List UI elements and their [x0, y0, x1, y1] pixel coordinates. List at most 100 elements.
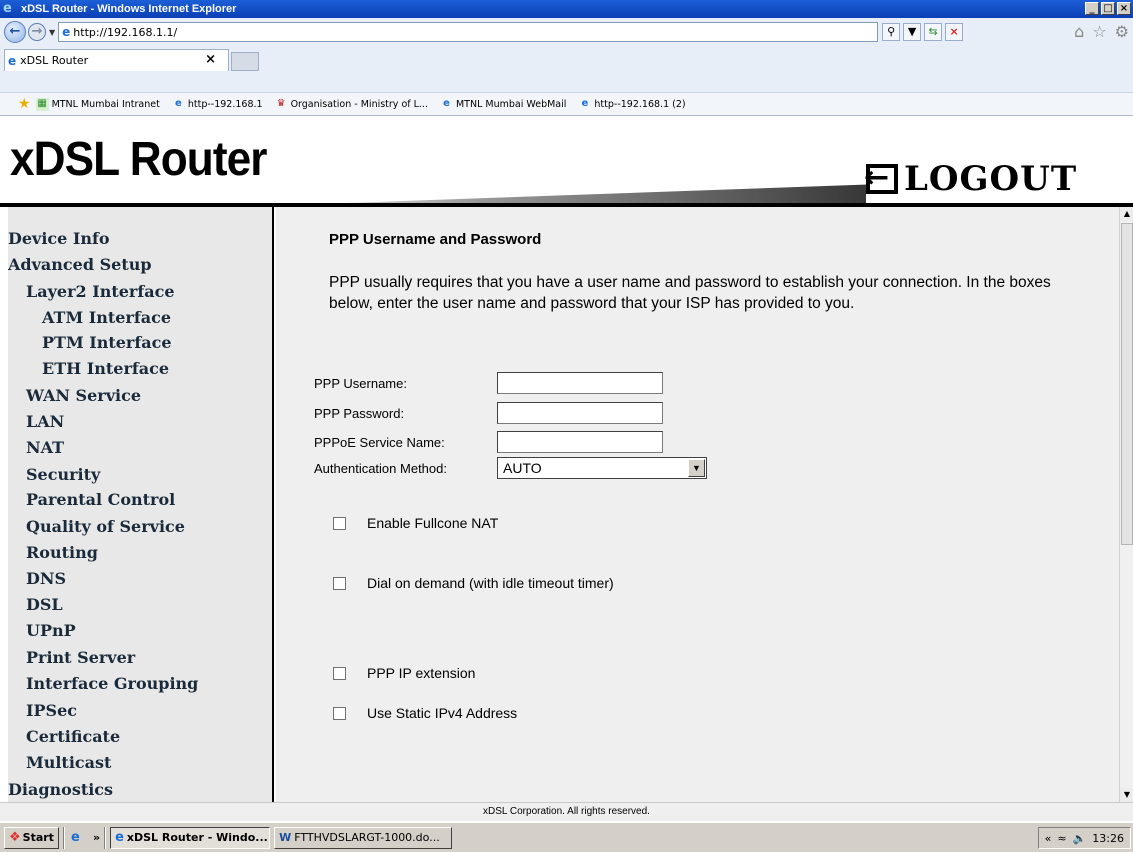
- forward-button[interactable]: →: [28, 23, 46, 41]
- sidebar-item-certificate[interactable]: Certificate: [26, 727, 120, 746]
- sidebar-item-multicast[interactable]: Multicast: [26, 753, 111, 772]
- logout-icon: [864, 158, 898, 198]
- page-title: PPP Username and Password: [329, 231, 542, 248]
- window-title-bar: e xDSL Router - Windows Internet Explore…: [0, 0, 1133, 18]
- ppp-username-input[interactable]: [497, 372, 663, 394]
- close-tab-icon[interactable]: ×: [205, 52, 216, 67]
- ppp-username-label: PPP Username:: [314, 376, 407, 391]
- sidebar-menu: Device Info Advanced Setup Layer2 Interf…: [8, 207, 274, 802]
- favorites-bar: ★ ▦ MTNL Mumbai Intranet e http--192.168.1…: [0, 92, 1133, 116]
- pppoe-service-name-input[interactable]: [497, 431, 663, 453]
- ie-page-icon: e: [443, 97, 450, 109]
- sidebar-item-eth-interface[interactable]: ETH Interface: [42, 359, 169, 378]
- sidebar-item-parental-control[interactable]: Parental Control: [26, 490, 175, 509]
- ie-logo-icon: e: [3, 1, 12, 16]
- address-bar[interactable]: e http://192.168.1.1/: [58, 22, 879, 42]
- sidebar-item-upnp[interactable]: UPnP: [26, 621, 76, 640]
- sidebar-item-wan-service[interactable]: WAN Service: [26, 386, 141, 405]
- auth-method-value: AUTO: [503, 460, 542, 476]
- taskbar-button-word[interactable]: W FTTHVDSLARGT-1000.do...: [274, 826, 453, 849]
- sidebar-item-interface-grouping[interactable]: Interface Grouping: [26, 674, 198, 693]
- close-window-button[interactable]: ×: [1117, 2, 1131, 15]
- address-dropdown-icon[interactable]: ▼: [903, 23, 922, 41]
- favorites-star-icon[interactable]: ☆: [1092, 22, 1106, 41]
- sidebar-item-routing[interactable]: Routing: [26, 543, 98, 562]
- sidebar-item-ipsec[interactable]: IPSec: [26, 701, 77, 720]
- ppp-ip-extension-checkbox[interactable]: [333, 666, 346, 680]
- sidebar-item-ptm-interface[interactable]: PTM Interface: [42, 333, 172, 352]
- fullcone-nat-checkbox[interactable]: [333, 516, 346, 530]
- auth-method-select[interactable]: AUTO ▼: [497, 457, 707, 479]
- home-icon[interactable]: ⌂: [1074, 22, 1084, 41]
- gear-icon[interactable]: ⚙: [1115, 22, 1129, 41]
- sidebar-item-device-info[interactable]: Device Info: [8, 229, 110, 248]
- favorites-star-icon[interactable]: ★: [18, 96, 31, 112]
- scroll-thumb[interactable]: [1121, 223, 1133, 545]
- mtnl-site-icon: ▦: [35, 97, 49, 111]
- sidebar-item-lan[interactable]: LAN: [26, 412, 64, 431]
- ie-quicklaunch-icon[interactable]: e: [71, 830, 89, 845]
- back-button[interactable]: ←: [4, 21, 26, 43]
- sidebar-item-print-server[interactable]: Print Server: [26, 648, 135, 667]
- start-button[interactable]: ❖ Start: [4, 826, 59, 849]
- sidebar-item-security[interactable]: Security: [26, 465, 100, 484]
- taskbar-button-ie[interactable]: e xDSL Router - Windo...: [110, 826, 271, 849]
- compatibility-icon[interactable]: ⇆: [924, 23, 943, 41]
- ppp-password-input[interactable]: [497, 402, 663, 424]
- sidebar-item-atm-interface[interactable]: ATM Interface: [42, 308, 171, 327]
- sidebar-item-quality-of-service[interactable]: Quality of Service: [26, 517, 185, 536]
- auth-method-label: Authentication Method:: [314, 461, 447, 476]
- chevron-down-icon[interactable]: ▼: [688, 459, 705, 477]
- ie-page-icon: e: [581, 97, 589, 109]
- dial-on-demand-checkbox[interactable]: [333, 576, 346, 590]
- favorite-link[interactable]: e http--192.168.1 (2): [578, 97, 686, 111]
- brand-title: xDSL Router: [10, 133, 267, 186]
- static-ipv4-checkbox[interactable]: [333, 706, 346, 720]
- sidebar-item-nat[interactable]: NAT: [26, 438, 64, 457]
- volume-icon[interactable]: 🔈: [1073, 832, 1087, 845]
- taskbar-separator: [104, 826, 107, 849]
- static-ipv4-row: Use Static IPv4 Address: [333, 705, 517, 721]
- scroll-down-icon[interactable]: ▼: [1120, 788, 1133, 802]
- history-dropdown-icon[interactable]: ▼: [49, 28, 55, 37]
- sidebar-item-diagnostics[interactable]: Diagnostics: [8, 780, 113, 799]
- address-url[interactable]: http://192.168.1.1/: [73, 26, 177, 39]
- window-controls: _ □ ×: [1085, 2, 1131, 15]
- word-doc-icon: W: [279, 831, 292, 844]
- tab-xdsl-router[interactable]: e xDSL Router ×: [4, 49, 229, 71]
- minimize-button[interactable]: _: [1085, 2, 1099, 15]
- system-tray: « ≈ 🔈 13:26: [1037, 827, 1131, 849]
- ppp-password-label: PPP Password:: [314, 406, 405, 421]
- favorite-link[interactable]: ▦ MTNL Mumbai Intranet: [35, 97, 160, 111]
- search-icon[interactable]: ⚲: [882, 23, 901, 41]
- address-toolbar: ← → ▼ e http://192.168.1.1/ ⚲ ▼ ⇆ × ⌂ ☆ …: [0, 18, 1133, 46]
- logout-label: LOGOUT: [904, 159, 1078, 199]
- tab-strip: e xDSL Router ×: [0, 46, 1133, 92]
- sidebar-item-dsl[interactable]: DSL: [26, 595, 63, 614]
- sidebar-item-layer2-interface[interactable]: Layer2 Interface: [26, 282, 175, 301]
- sidebar-item-dns[interactable]: DNS: [26, 569, 66, 588]
- logout-button[interactable]: LOGOUT: [864, 152, 1133, 206]
- tray-chevron[interactable]: «: [1045, 832, 1052, 845]
- ppp-ip-extension-label: PPP IP extension: [367, 665, 476, 681]
- sidebar-item-advanced-setup[interactable]: Advanced Setup: [8, 255, 152, 274]
- scroll-up-icon[interactable]: ▲: [1120, 207, 1133, 221]
- router-header: xDSL Router LOGOUT: [0, 118, 1133, 206]
- main-content: PPP Username and Password PPP usually re…: [276, 207, 1119, 802]
- network-icon[interactable]: ≈: [1057, 832, 1066, 845]
- fullcone-nat-row: Enable Fullcone NAT: [333, 515, 498, 531]
- quicklaunch-chevron[interactable]: »: [93, 831, 100, 844]
- window-title: xDSL Router - Windows Internet Explorer: [21, 3, 237, 15]
- vertical-scrollbar[interactable]: ▲ ▼: [1119, 207, 1133, 802]
- dial-on-demand-label: Dial on demand (with idle timeout timer): [367, 575, 614, 591]
- restore-button[interactable]: □: [1101, 2, 1115, 15]
- emblem-icon: ♛: [276, 97, 286, 109]
- favorite-link[interactable]: ♛ Organisation - Ministry of L...: [275, 98, 428, 111]
- page-footer: xDSL Corporation. All rights reserved.: [0, 802, 1133, 821]
- static-ipv4-label: Use Static IPv4 Address: [367, 705, 518, 721]
- fullcone-nat-label: Enable Fullcone NAT: [367, 515, 499, 531]
- favorite-link[interactable]: e http--192.168.1: [172, 98, 263, 111]
- new-tab-button[interactable]: [231, 52, 259, 71]
- stop-icon[interactable]: ×: [945, 23, 964, 41]
- favorite-link[interactable]: e MTNL Mumbai WebMail: [440, 98, 566, 111]
